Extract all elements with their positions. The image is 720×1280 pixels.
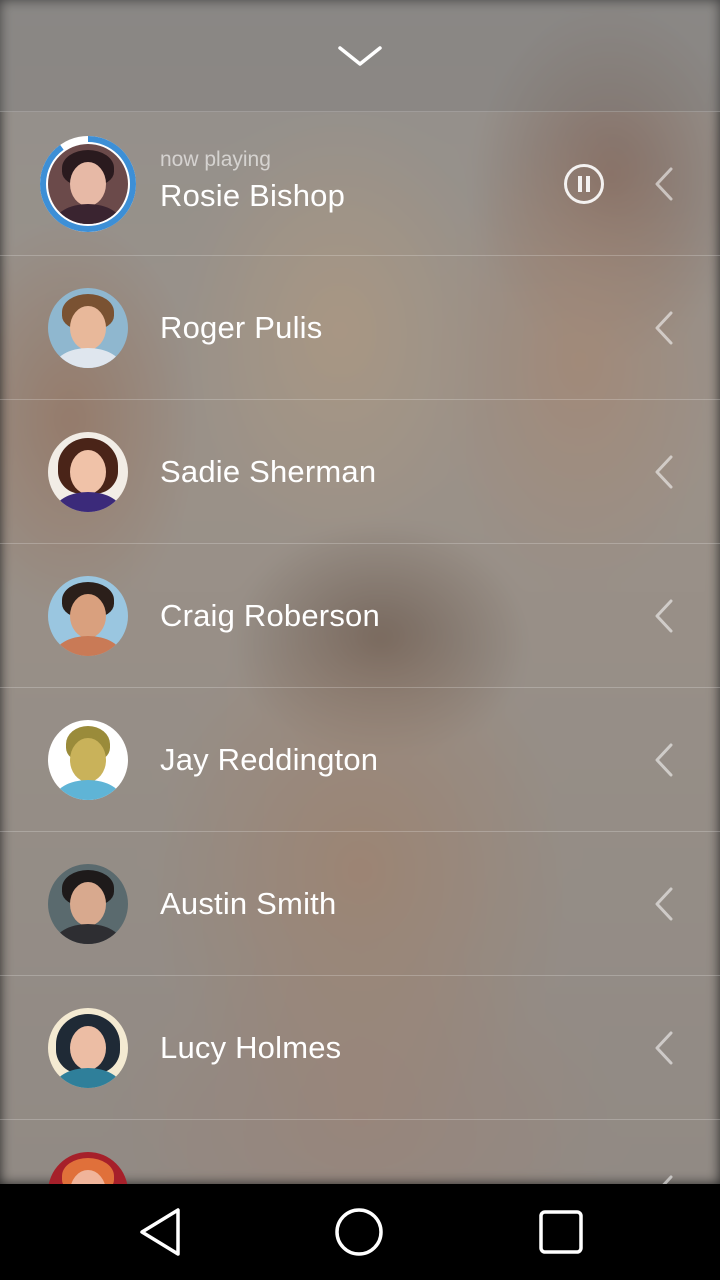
avatar	[48, 720, 128, 800]
system-navigation-bar	[0, 1184, 720, 1280]
row-action-button[interactable]	[650, 452, 678, 492]
contact-name: Austin Smith	[160, 885, 337, 921]
contact-name: Jay Reddington	[160, 741, 379, 777]
now-playing-label: now playing	[160, 148, 271, 171]
contact-name: Sadie Sherman	[160, 453, 377, 489]
avatar	[48, 1008, 128, 1088]
avatar	[48, 1152, 128, 1184]
nav-home-button[interactable]	[329, 1204, 389, 1260]
list-item[interactable]	[0, 1120, 720, 1184]
chevron-left-icon	[655, 167, 673, 200]
chevron-left-icon	[655, 1031, 673, 1064]
chevron-left-icon	[655, 887, 673, 920]
player-screen: now playing Rosie Bishop Roger Pulis Sad…	[0, 0, 720, 1184]
back-triangle-icon	[140, 1208, 180, 1256]
list-item[interactable]: Sadie Sherman	[0, 400, 720, 544]
nav-recents-button[interactable]	[531, 1204, 591, 1260]
chevron-left-icon	[655, 743, 673, 776]
avatar	[48, 432, 128, 512]
list-item[interactable]: Austin Smith	[0, 832, 720, 976]
row-action-button[interactable]	[650, 1028, 678, 1068]
nav-back-button[interactable]	[130, 1204, 190, 1260]
contact-name: Lucy Holmes	[160, 1029, 342, 1065]
row-action-button[interactable]	[650, 1172, 678, 1184]
chevron-left-icon	[655, 455, 673, 488]
pause-icon	[564, 164, 604, 204]
chevron-left-icon	[655, 599, 673, 632]
row-action-button[interactable]	[650, 884, 678, 924]
chevron-down-icon	[338, 46, 382, 66]
recents-square-icon	[539, 1210, 583, 1254]
chevron-left-icon	[655, 311, 673, 344]
row-action-button[interactable]	[650, 164, 678, 204]
avatar	[48, 864, 128, 944]
pause-button[interactable]	[562, 162, 606, 206]
list-item-now-playing[interactable]: now playing Rosie Bishop	[0, 112, 720, 256]
list-item[interactable]: Jay Reddington	[0, 688, 720, 832]
contact-name: Roger Pulis	[160, 309, 323, 345]
list-item[interactable]: Roger Pulis	[0, 256, 720, 400]
collapse-button[interactable]	[330, 36, 390, 76]
contact-name: Rosie Bishop	[160, 178, 346, 213]
row-action-button[interactable]	[650, 740, 678, 780]
home-circle-icon	[335, 1208, 383, 1256]
avatar	[48, 576, 128, 656]
chevron-left-icon	[661, 1175, 673, 1184]
contact-list: now playing Rosie Bishop Roger Pulis Sad…	[0, 112, 720, 1184]
row-action-button[interactable]	[650, 596, 678, 636]
list-item[interactable]: Lucy Holmes	[0, 976, 720, 1120]
list-item[interactable]: Craig Roberson	[0, 544, 720, 688]
top-bar	[0, 0, 720, 112]
avatar	[48, 144, 128, 224]
row-action-button[interactable]	[650, 308, 678, 348]
contact-name: Craig Roberson	[160, 597, 380, 633]
avatar	[48, 288, 128, 368]
